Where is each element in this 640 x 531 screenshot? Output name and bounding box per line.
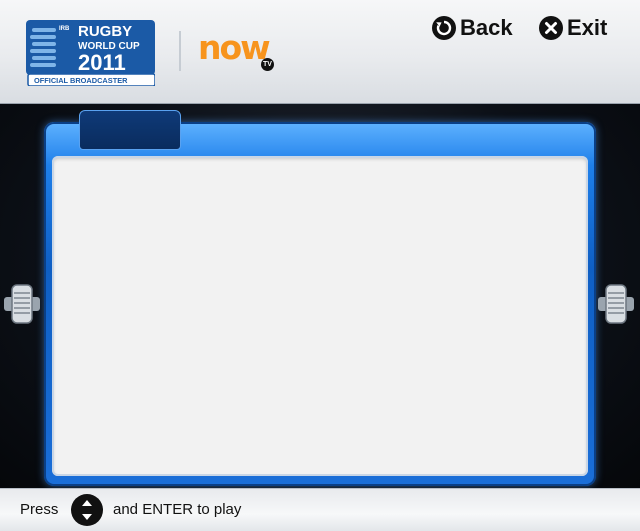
exit-label: Exit bbox=[567, 15, 608, 40]
play-instruction: and ENTER to play bbox=[113, 501, 242, 518]
svg-text:IRB: IRB bbox=[59, 26, 70, 32]
header-bar: IRB RUGBY WORLD CUP 2011 OFFICIAL BROADC… bbox=[0, 0, 640, 104]
footer-bar: Press and ENTER to play bbox=[0, 488, 640, 531]
now-tv-logo: now TV bbox=[198, 28, 278, 76]
left-scroll-knob-icon[interactable] bbox=[4, 283, 40, 325]
exit-button[interactable]: Exit bbox=[539, 14, 607, 42]
back-arrow-icon bbox=[432, 16, 456, 40]
press-label: Press bbox=[20, 501, 59, 518]
logo-divider bbox=[179, 31, 181, 71]
svg-text:RUGBY: RUGBY bbox=[78, 23, 132, 40]
svg-text:OFFICIAL BROADCASTER: OFFICIAL BROADCASTER bbox=[34, 76, 128, 85]
back-label: Back bbox=[460, 15, 513, 40]
rugby-world-cup-2011-logo: IRB RUGBY WORLD CUP 2011 OFFICIAL BROADC… bbox=[26, 20, 155, 86]
content-panel bbox=[52, 156, 588, 476]
svg-text:2011: 2011 bbox=[78, 50, 126, 75]
right-scroll-knob-icon[interactable] bbox=[598, 283, 634, 325]
back-button[interactable]: Back bbox=[432, 14, 513, 42]
up-down-arrows-icon bbox=[71, 494, 103, 526]
panel-tab[interactable] bbox=[79, 110, 181, 150]
tv-badge: TV bbox=[261, 58, 274, 71]
now-wordmark: now bbox=[198, 28, 271, 67]
close-icon bbox=[539, 16, 563, 40]
